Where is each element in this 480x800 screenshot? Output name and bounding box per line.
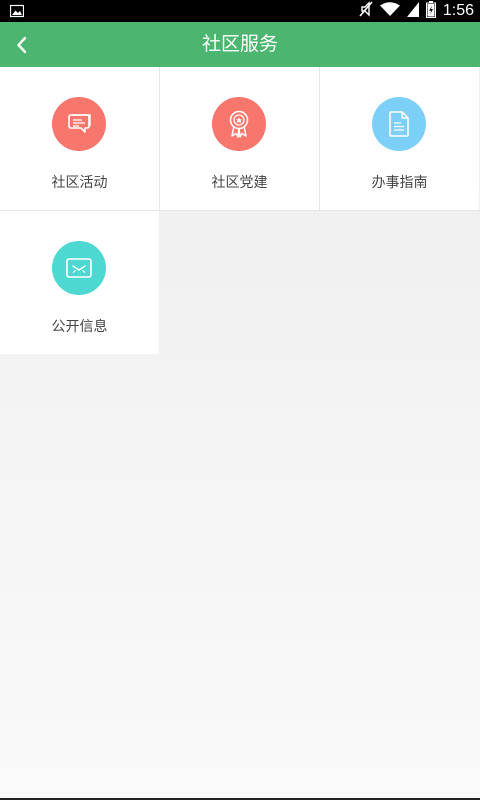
grid-divider: [319, 67, 320, 210]
service-label: 公开信息: [51, 319, 108, 335]
muted-icon: [359, 1, 373, 21]
grid-divider: [0, 210, 480, 211]
service-guide[interactable]: 办事指南: [320, 67, 479, 210]
status-icons: 1:56: [359, 0, 474, 22]
service-label: 办事指南: [371, 175, 428, 191]
page-title: 社区服务: [201, 33, 278, 55]
back-button[interactable]: [0, 22, 44, 67]
chat-bubbles-icon: [68, 114, 91, 133]
service-community-activities[interactable]: 社区活动: [0, 67, 159, 210]
wifi-icon: [379, 1, 400, 21]
document-icon: [389, 111, 409, 137]
grid-divider: [159, 67, 160, 210]
service-label: 社区党建: [211, 175, 268, 191]
service-icon-circle: [372, 97, 426, 151]
screen: 1:56 社区服务 社区活动 社区党建 办事指南 公开信息: [0, 0, 480, 800]
signal-icon: [406, 1, 419, 21]
status-bar: 1:56: [0, 0, 480, 22]
service-label: 社区活动: [51, 175, 108, 191]
award-ribbon-icon: [229, 110, 249, 138]
service-public-info[interactable]: 公开信息: [0, 211, 159, 354]
service-party-building[interactable]: 社区党建: [160, 67, 319, 210]
battery-icon: [425, 0, 436, 22]
service-icon-circle: [212, 97, 266, 151]
image-notification-icon: [9, 3, 25, 18]
service-icon-circle: [52, 241, 106, 295]
status-time: 1:56: [442, 2, 474, 19]
service-icon-circle: [52, 97, 106, 151]
chevron-left-icon: [17, 36, 27, 53]
envelope-icon: [66, 258, 92, 278]
app-bar: 社区服务: [0, 22, 480, 67]
